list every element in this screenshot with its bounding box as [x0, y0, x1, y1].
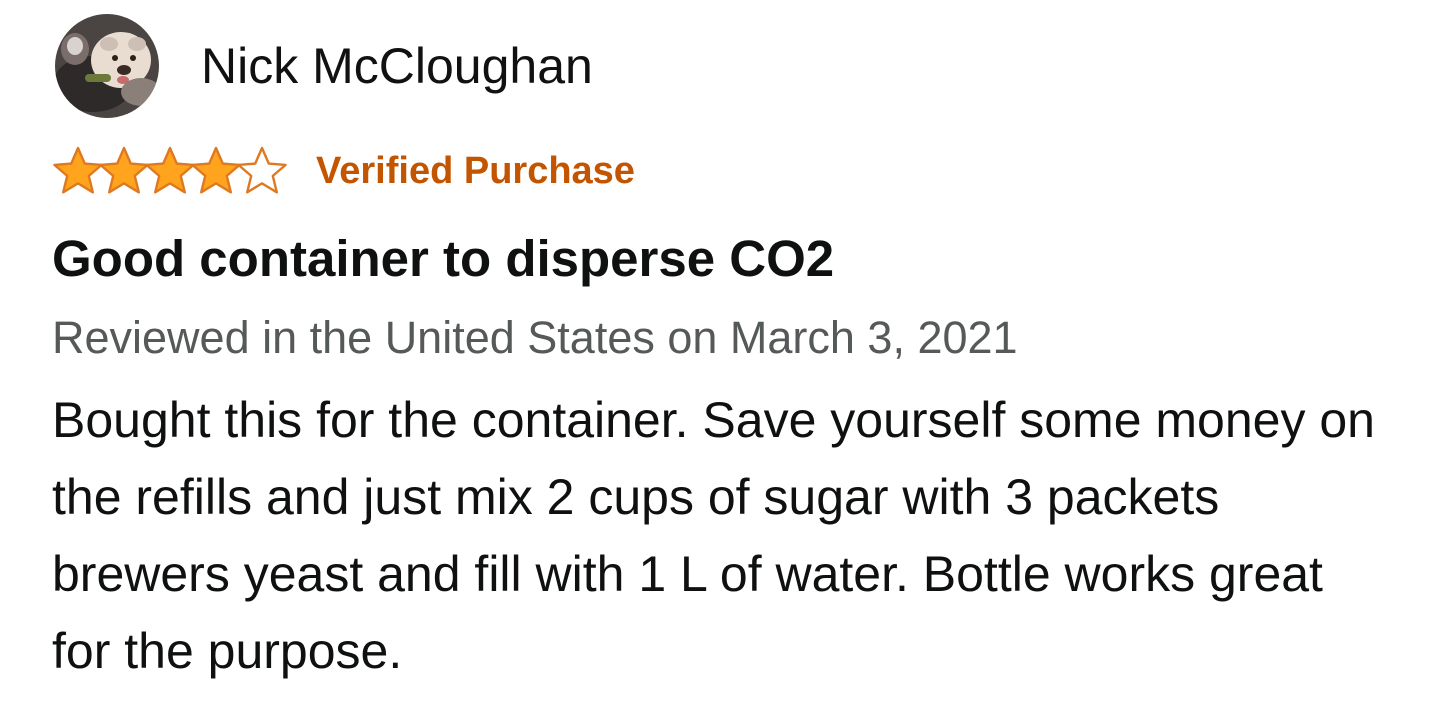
star-rating[interactable] — [52, 144, 287, 198]
avatar[interactable] — [55, 14, 159, 118]
star-empty-icon — [236, 145, 288, 197]
verified-purchase-badge: Verified Purchase — [316, 149, 635, 192]
star-filled-icon — [190, 145, 242, 197]
rating-row: Verified Purchase — [52, 144, 635, 198]
review-title[interactable]: Good container to disperse CO2 — [52, 228, 834, 290]
reviewer-name[interactable]: Nick McCloughan — [201, 41, 593, 91]
reviewer-profile[interactable]: Nick McCloughan — [55, 13, 593, 119]
customer-review: Nick McCloughan Verified Purchase Good c… — [52, 0, 1412, 713]
review-body: Bought this for the container. Save your… — [52, 392, 1375, 679]
star-filled-icon — [52, 145, 104, 197]
star-filled-icon — [98, 145, 150, 197]
review-date: Reviewed in the United States on March 3… — [52, 312, 1018, 363]
star-filled-icon — [144, 145, 196, 197]
